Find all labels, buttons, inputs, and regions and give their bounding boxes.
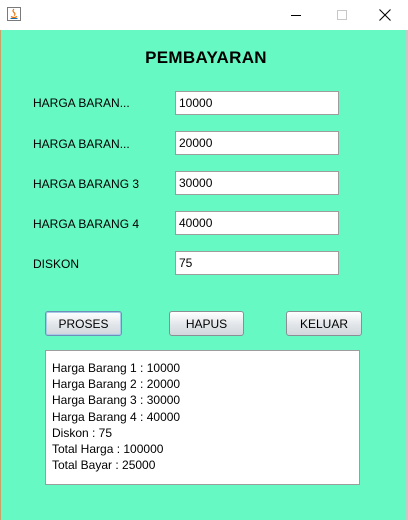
keluar-button[interactable]: KELUAR [286,311,362,336]
java-app-icon [7,7,21,21]
hapus-button[interactable]: HAPUS [169,311,244,336]
window-titlebar [0,0,408,30]
output-line: Harga Barang 2 : 20000 [52,377,181,392]
diskon-input[interactable] [175,251,339,275]
label-harga-barang-2: HARGA BARAN... [33,137,130,151]
output-line: Harga Barang 3 : 30000 [52,393,181,408]
harga-barang-1-input[interactable] [175,91,339,115]
label-harga-barang-3: HARGA BARANG 3 [33,177,140,191]
close-button[interactable] [362,0,408,30]
harga-barang-4-input[interactable] [175,211,339,235]
output-line: Harga Barang 4 : 40000 [52,409,181,424]
harga-barang-3-input[interactable] [175,171,339,195]
output-line: Total Harga : 100000 [52,442,164,457]
harga-barang-2-input[interactable] [175,131,339,155]
output-line: Harga Barang 1 : 10000 [52,361,181,375]
output-line: Total Bayar : 25000 [52,458,156,473]
maximize-button[interactable] [319,0,365,30]
label-diskon: DISKON [33,257,80,271]
page-title: PEMBAYARAN [145,48,267,67]
proses-button[interactable]: PROSES [45,311,122,336]
label-harga-barang-4: HARGA BARANG 4 [33,217,140,231]
output-textarea[interactable]: Harga Barang 1 : 10000 Harga Barang 2 : … [45,350,360,485]
minimize-button[interactable] [273,0,319,30]
label-harga-barang-1: HARGA BARAN... [33,96,130,110]
output-line: Diskon : 75 [52,425,113,440]
